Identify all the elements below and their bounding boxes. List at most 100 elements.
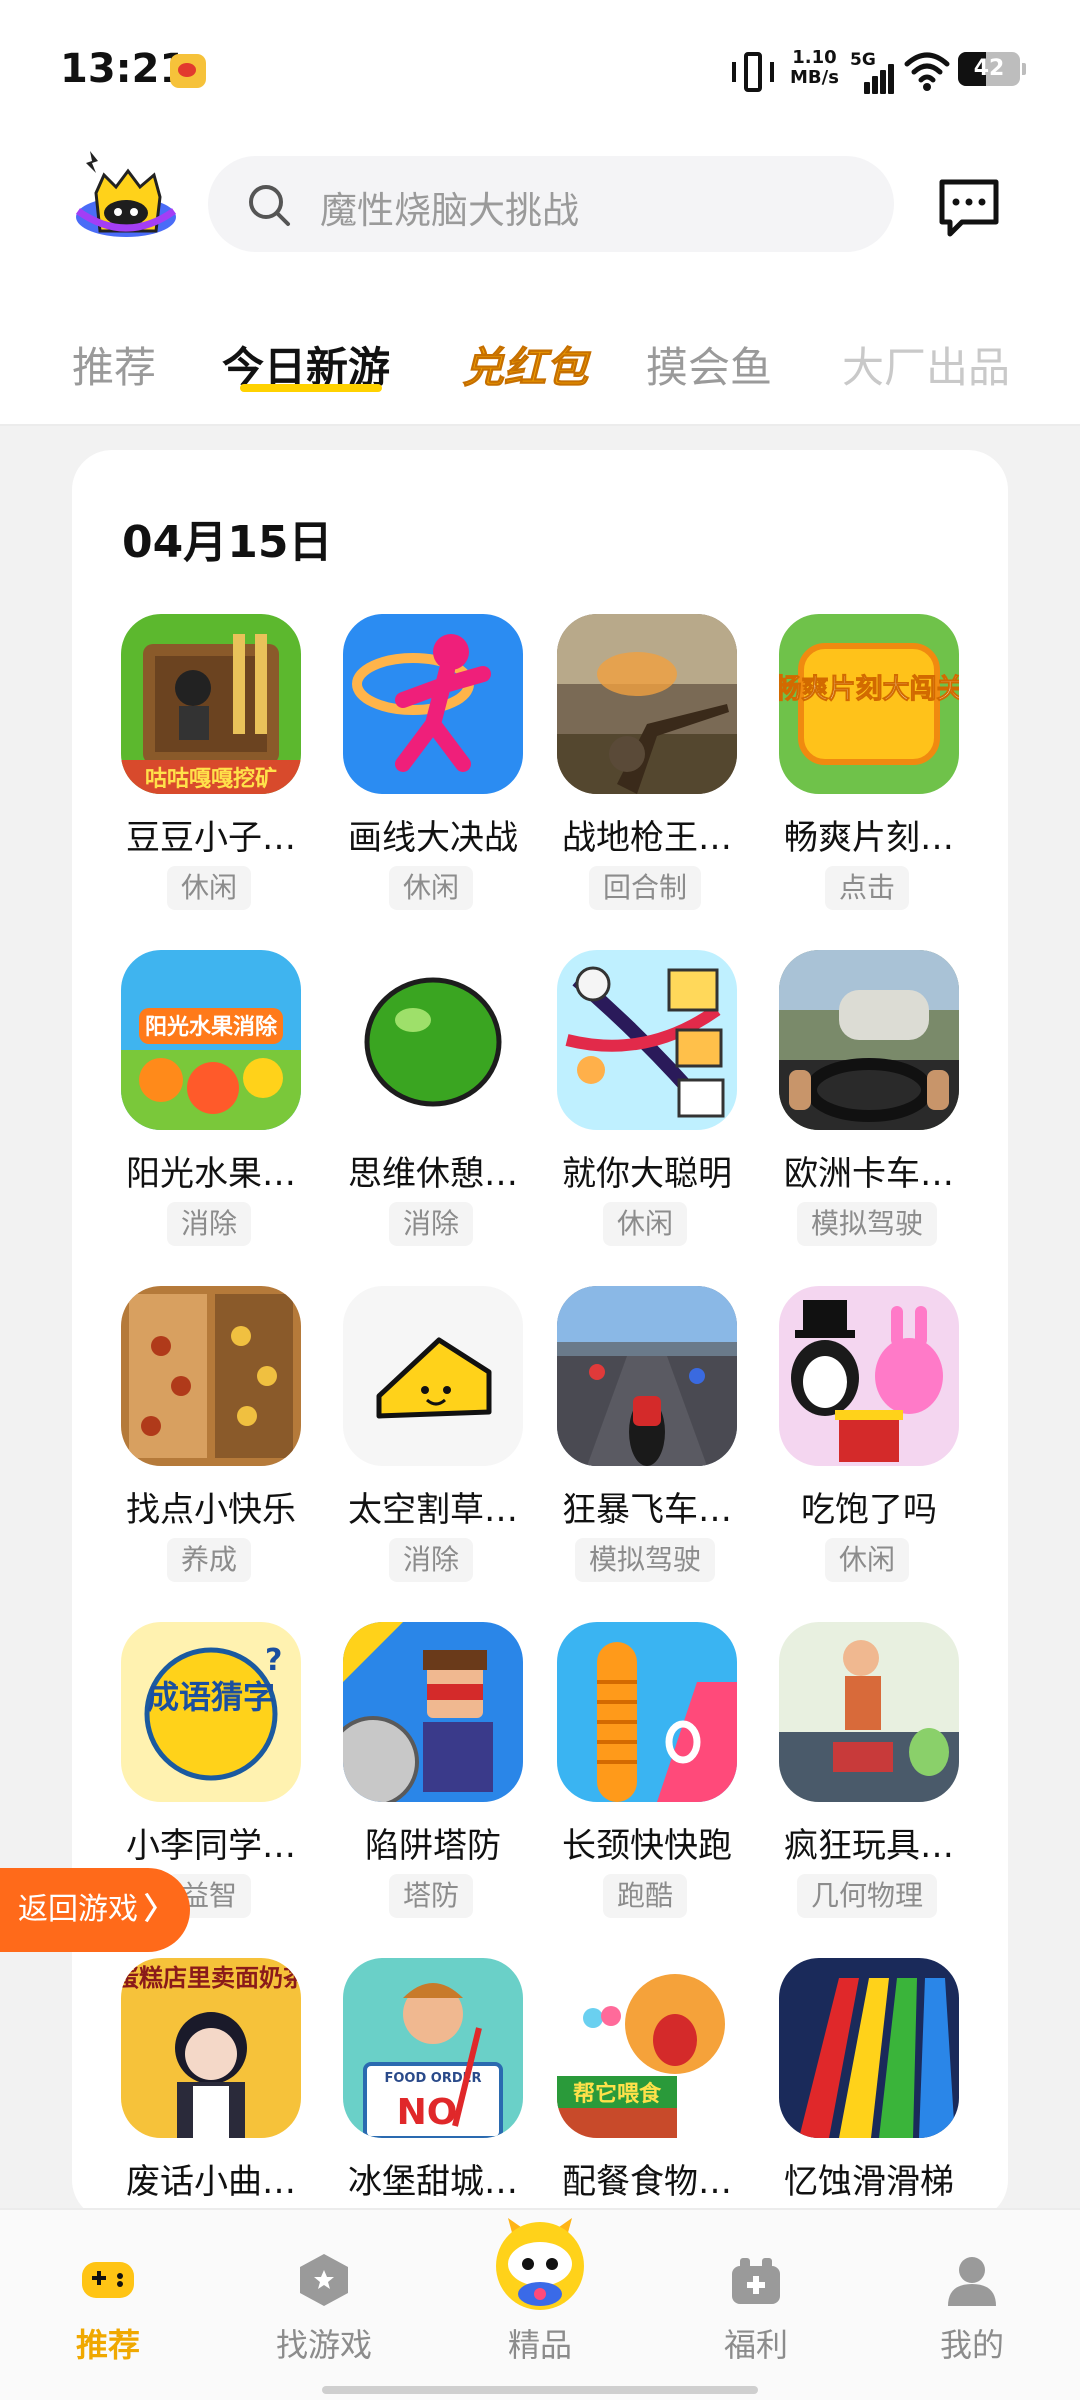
game-name: 战地枪王… (562, 818, 732, 858)
game-icon: FOOD ORDER NO (343, 1958, 523, 2138)
game-name: 画线大决战 (348, 818, 518, 858)
hexagon-star-icon (300, 2254, 348, 2306)
wifi-icon (904, 52, 950, 91)
return-to-game-button[interactable]: 返回游戏〉 (0, 1868, 190, 1952)
game-icon (121, 1286, 301, 1466)
game-item[interactable]: 蛋糕店里卖面奶茶 废话小曲… (99, 1958, 319, 2220)
game-item[interactable]: 疯狂玩具… 几何物理 (757, 1622, 977, 1942)
icon-caption: 咕咕嘎嘎挖矿 (145, 766, 277, 792)
nav-label: 福利 (723, 2326, 788, 2364)
game-item[interactable]: 帮它喂食 配餐食物… (535, 1958, 755, 2220)
game-tag: 休闲 (166, 866, 252, 910)
chevron-right-icon: 〉 (144, 1892, 174, 1927)
game-name: 欧洲卡车… (784, 1154, 954, 1194)
nav-recommend[interactable]: 推荐 (28, 2210, 188, 2400)
tabs-divider (0, 424, 1080, 426)
net-speed: 1.10 MB/s (790, 48, 839, 88)
nav-profile[interactable]: 我的 (892, 2210, 1052, 2400)
game-name: 冰堡甜城… (348, 2162, 518, 2202)
game-icon: 成语猜字 ? (121, 1622, 301, 1802)
game-item[interactable]: 咕咕嘎嘎挖矿 豆豆小子… 休闲 (99, 614, 319, 934)
icon-caption: 阳光水果消除 (145, 1014, 278, 1040)
user-icon (948, 2257, 996, 2306)
game-item[interactable]: 画线大决战 休闲 (321, 614, 541, 934)
game-tag: 休闲 (602, 1202, 688, 1246)
game-item[interactable]: 太空割草… 消除 (321, 1286, 541, 1606)
game-name: 忆蚀滑滑梯 (784, 2162, 954, 2202)
net-speed-value: 1.10 (792, 47, 837, 68)
icon-caption: 蛋糕店里卖面奶茶 (121, 1964, 301, 1992)
game-icon (557, 614, 737, 794)
game-tag: 休闲 (388, 866, 474, 910)
game-name: 太空割草… (348, 1490, 518, 1530)
game-tag: 模拟驾驶 (796, 1202, 938, 1246)
game-icon (779, 1958, 959, 2138)
game-tag: 休闲 (824, 1538, 910, 1582)
nav-label: 找游戏 (275, 2326, 372, 2364)
icon-caption: 帮它喂食 (573, 2081, 662, 2107)
gift-icon (732, 2258, 780, 2304)
game-icon (343, 1286, 523, 1466)
game-tag: 消除 (166, 1202, 252, 1246)
game-item[interactable]: 思维休憩… 消除 (321, 950, 541, 1270)
game-item[interactable]: 畅爽片刻大闯关 畅爽片刻… 点击 (757, 614, 977, 934)
game-name: 思维休憩… (348, 1154, 518, 1194)
icon-caption: 成语猜字 (147, 1678, 275, 1716)
game-item[interactable]: 狂暴飞车… 模拟驾驶 (535, 1286, 755, 1606)
return-to-game-label: 返回游戏 (18, 1892, 138, 1927)
game-name: 长颈快快跑 (562, 1826, 732, 1866)
nav-find-games[interactable]: 找游戏 (244, 2210, 404, 2400)
game-icon (557, 1286, 737, 1466)
game-name: 废话小曲… (126, 2162, 296, 2202)
category-tabs: 推荐 今日新游 兑红包 摸会鱼 大厂出品 (0, 320, 1080, 420)
nav-label: 我的 (939, 2326, 1004, 2364)
game-name: 找点小快乐 (126, 1490, 296, 1530)
status-time: 13:21 (60, 46, 188, 92)
vibrate-icon (730, 52, 776, 92)
game-name: 陷阱塔防 (365, 1826, 501, 1866)
gamepad-icon (82, 2262, 134, 2298)
game-item[interactable]: 陷阱塔防 塔防 (321, 1622, 541, 1942)
nav-label: 精品 (507, 2326, 572, 2364)
mascot-icon[interactable] (488, 2210, 592, 2314)
nav-benefits[interactable]: 福利 (676, 2210, 836, 2400)
battery-icon: 42 (958, 52, 1026, 86)
status-bar: 13:21 1.10 MB/s 5G 42 (0, 0, 1080, 140)
app-logo[interactable] (70, 145, 180, 255)
game-item[interactable]: 长颈快快跑 跑酷 (535, 1622, 755, 1942)
game-name: 配餐食物… (562, 2162, 732, 2202)
tab-slack-off[interactable]: 摸会鱼 (646, 334, 772, 395)
game-icon (557, 1622, 737, 1802)
game-item[interactable]: 战地枪王… 回合制 (535, 614, 755, 934)
icon-no: NO (397, 2092, 458, 2133)
net-speed-unit: MB/s (790, 67, 839, 88)
game-item[interactable]: 找点小快乐 养成 (99, 1286, 319, 1606)
game-item[interactable]: 阳光水果消除 阳光水果… 消除 (99, 950, 319, 1270)
game-icon: 畅爽片刻大闯关 (779, 614, 959, 794)
game-item[interactable]: 欧洲卡车… 模拟驾驶 (757, 950, 977, 1270)
game-icon (557, 950, 737, 1130)
game-icon (343, 1622, 523, 1802)
game-name: 豆豆小子… (126, 818, 296, 858)
cellular-signal-icon: 5G (850, 50, 894, 94)
game-icon: 帮它喂食 (557, 1958, 737, 2138)
game-tag: 跑酷 (602, 1874, 688, 1918)
tab-recommend[interactable]: 推荐 (72, 334, 156, 395)
game-tag: 模拟驾驶 (574, 1538, 716, 1582)
search-bar[interactable]: 魔性烧脑大挑战 (208, 156, 894, 252)
battery-level: 42 (973, 56, 1005, 81)
game-icon (343, 950, 523, 1130)
game-grid: 咕咕嘎嘎挖矿 豆豆小子… 休闲 画线大决战 休闲 战地枪王… 回合制 畅爽片刻大… (72, 450, 1008, 2220)
game-item[interactable]: 就你大聪明 休闲 (535, 950, 755, 1270)
active-tab-underline (240, 384, 382, 392)
tab-red-packet[interactable]: 兑红包 (461, 334, 588, 395)
game-item[interactable]: 吃饱了吗 休闲 (757, 1286, 977, 1606)
message-icon[interactable] (936, 176, 1002, 242)
game-item[interactable]: 忆蚀滑滑梯 (757, 1958, 977, 2220)
tab-big-studio[interactable]: 大厂出品 (842, 334, 1010, 395)
game-icon (779, 1286, 959, 1466)
game-tag: 养成 (166, 1538, 252, 1582)
network-type: 5G (850, 50, 876, 70)
search-icon (249, 185, 290, 226)
game-item[interactable]: FOOD ORDER NO 冰堡甜城… (321, 1958, 541, 2220)
